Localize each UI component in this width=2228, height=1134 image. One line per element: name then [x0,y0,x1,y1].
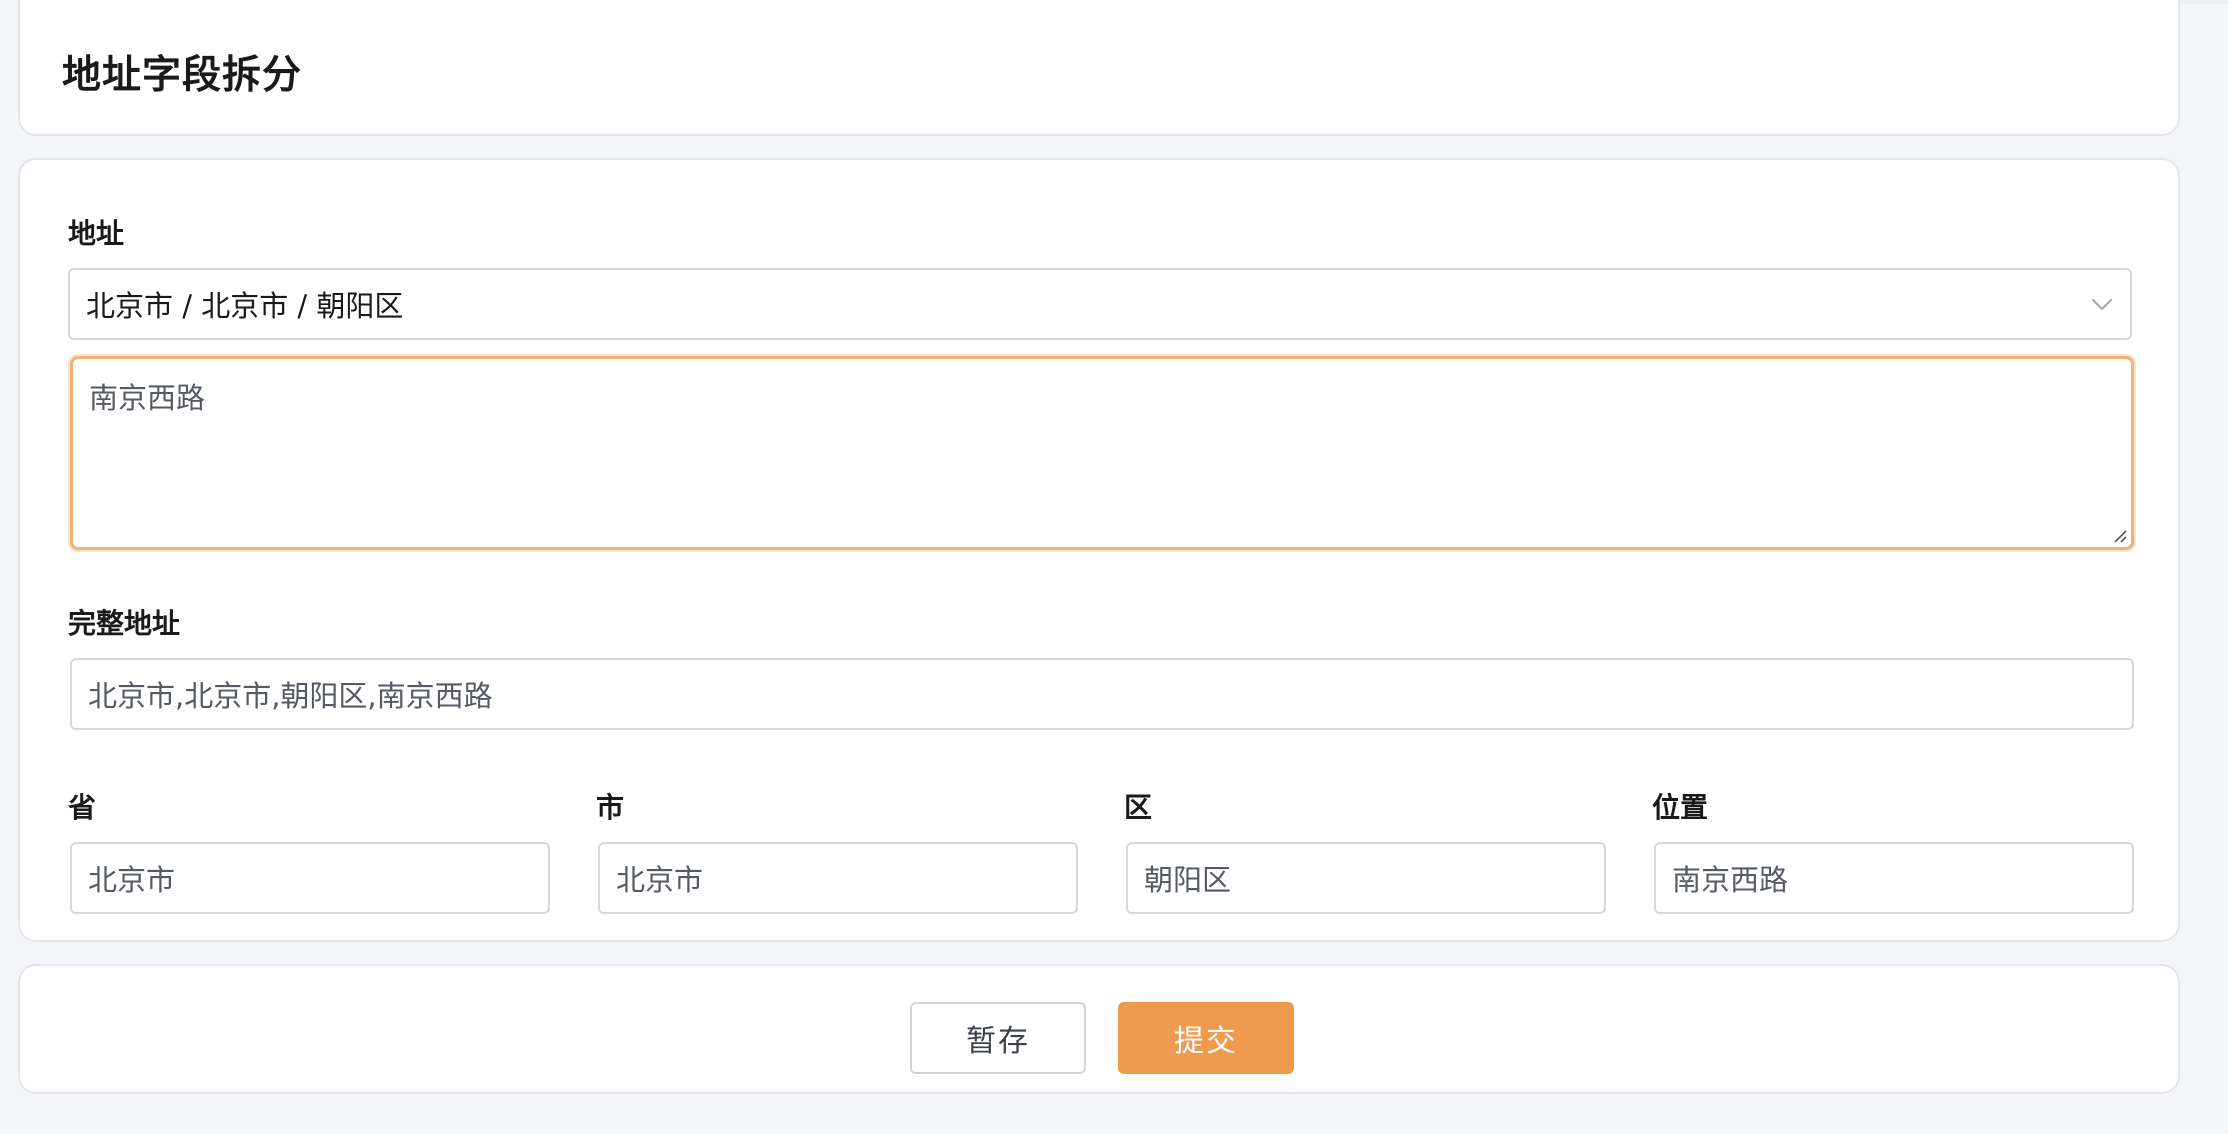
province-label: 省 [68,791,97,824]
resize-handle-icon[interactable] [2111,527,2127,543]
district-value: 朝阳区 [1144,863,1232,897]
submit-button[interactable]: 提交 [1118,1002,1294,1074]
full-address-label: 完整地址 [68,607,181,640]
form-card: 地址 北京市 / 北京市 / 朝阳区 南京西路 完整地址 北京市,北京市,朝阳区… [18,158,2180,942]
full-address-input[interactable]: 北京市,北京市,朝阳区,南京西路 [70,658,2134,730]
location-value: 南京西路 [1672,863,1789,897]
page-title: 地址字段拆分 [62,53,303,98]
address-detail-value: 南京西路 [89,381,206,415]
full-address-value: 北京市,北京市,朝阳区,南京西路 [88,679,493,713]
province-value: 北京市 [88,863,176,897]
city-input[interactable]: 北京市 [598,842,1078,914]
city-value: 北京市 [616,863,704,897]
address-region-cascader[interactable]: 北京市 / 北京市 / 朝阳区 [68,268,2132,340]
address-region-value: 北京市 / 北京市 / 朝阳区 [86,289,404,323]
footer-card: 暂存 提交 [18,964,2180,1094]
district-input[interactable]: 朝阳区 [1126,842,1606,914]
location-input[interactable]: 南京西路 [1654,842,2134,914]
district-label: 区 [1124,791,1153,824]
address-detail-textarea[interactable]: 南京西路 [70,356,2134,550]
city-label: 市 [596,791,625,824]
province-input[interactable]: 北京市 [70,842,550,914]
header-card: 地址字段拆分 [18,0,2180,136]
save-draft-button[interactable]: 暂存 [910,1002,1086,1074]
location-label: 位置 [1652,791,1709,824]
chevron-down-icon [2091,298,2113,311]
address-label: 地址 [68,217,125,250]
